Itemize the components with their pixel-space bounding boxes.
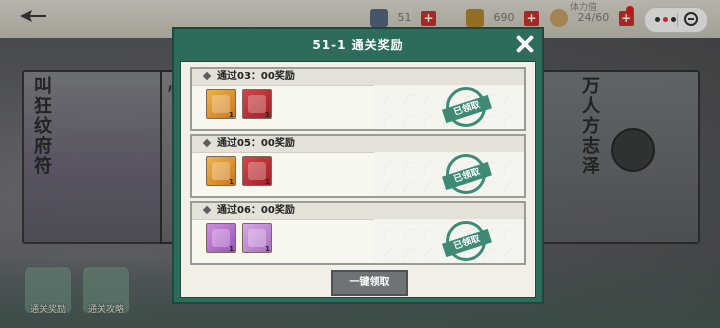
diamond-bullet-icon (202, 205, 212, 215)
diamond-bullet-icon (202, 138, 212, 148)
chest-item-icon[interactable]: 1 (242, 156, 272, 186)
scroll-item-icon[interactable]: 1 (206, 156, 236, 186)
claimed-stamp: 已领取 (442, 87, 492, 127)
claimed-stamp: 已领取 (442, 221, 492, 261)
reward-row: 通过05：00奖励 1 1 已领取 (190, 134, 526, 198)
reward-condition: 通过06：00奖励 (217, 205, 295, 216)
dialog-body: 通过03：00奖励 1 1 已领取 通过05：00奖励 1 1 已领取 通过06… (180, 61, 536, 298)
reward-row: 通过03：00奖励 1 1 已领取 (190, 67, 526, 131)
dialog-title: 51-1 通关奖励 (312, 38, 404, 52)
scroll-item-icon[interactable]: 1 (206, 89, 236, 119)
claim-all-button[interactable]: 一键领取 (331, 270, 408, 296)
purple-gem-item-icon[interactable]: 1 (206, 223, 236, 253)
claimed-stamp: 已领取 (442, 154, 492, 194)
reward-condition: 通过03：00奖励 (217, 71, 295, 82)
reward-condition: 通过05：00奖励 (217, 138, 295, 149)
clear-reward-dialog: 51-1 通关奖励 通过03：00奖励 1 1 已领取 通过05：00奖励 1 … (172, 27, 544, 304)
diamond-bullet-icon (202, 71, 212, 81)
purple-scroll-item-icon[interactable]: 1 (242, 223, 272, 253)
reward-row: 通过06：00奖励 1 1 已领取 (190, 201, 526, 265)
close-icon[interactable] (514, 33, 536, 55)
chest-item-icon[interactable]: 1 (242, 89, 272, 119)
